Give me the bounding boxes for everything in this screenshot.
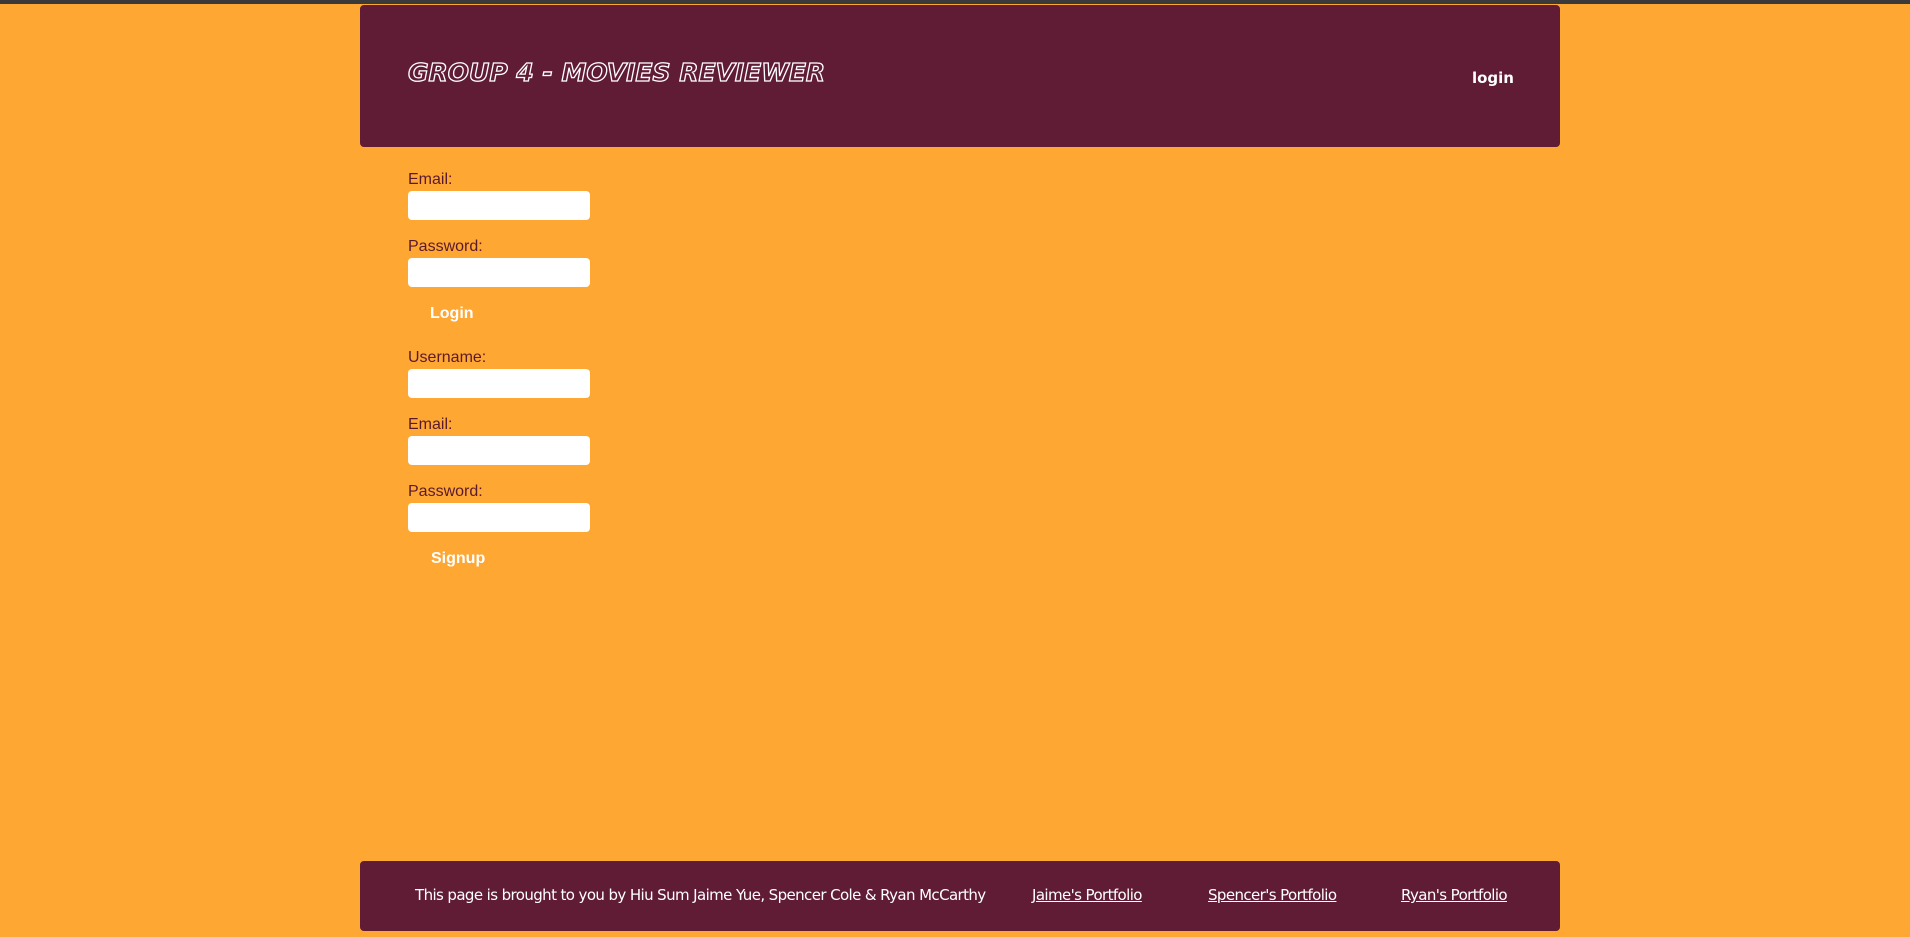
login-button[interactable]: Login [430, 305, 474, 323]
login-password-label: Password: [408, 238, 483, 255]
signup-username-input[interactable] [408, 369, 590, 398]
signup-username-label: Username: [408, 349, 487, 366]
site-header: GROUP 4 - MOVIES REVIEWER login [360, 5, 1560, 147]
signup-form: Username: Email: Password: Signup [408, 349, 590, 568]
nav-login-link[interactable]: login [1472, 71, 1514, 86]
site-footer: This page is brought to you by Hiu Sum J… [360, 861, 1560, 931]
login-form: Email: Password: Login [408, 171, 590, 323]
footer-credit-text: This page is brought to you by Hiu Sum J… [415, 886, 986, 904]
browser-top-strip [0, 0, 1910, 4]
site-title: GROUP 4 - MOVIES REVIEWER [407, 58, 826, 87]
signup-password-input[interactable] [408, 503, 590, 532]
login-password-input[interactable] [408, 258, 590, 287]
footer-link-jaime-portfolio[interactable]: Jaime's Portfolio [1032, 888, 1142, 903]
login-email-input[interactable] [408, 191, 590, 220]
signup-email-label: Email: [408, 416, 453, 433]
footer-link-ryan-portfolio[interactable]: Ryan's Portfolio [1401, 888, 1508, 903]
signup-password-label: Password: [408, 483, 483, 500]
footer-link-spencer-portfolio[interactable]: Spencer's Portfolio [1208, 888, 1337, 903]
signup-button[interactable]: Signup [431, 550, 485, 568]
signup-email-input[interactable] [408, 436, 590, 465]
login-email-label: Email: [408, 171, 453, 188]
